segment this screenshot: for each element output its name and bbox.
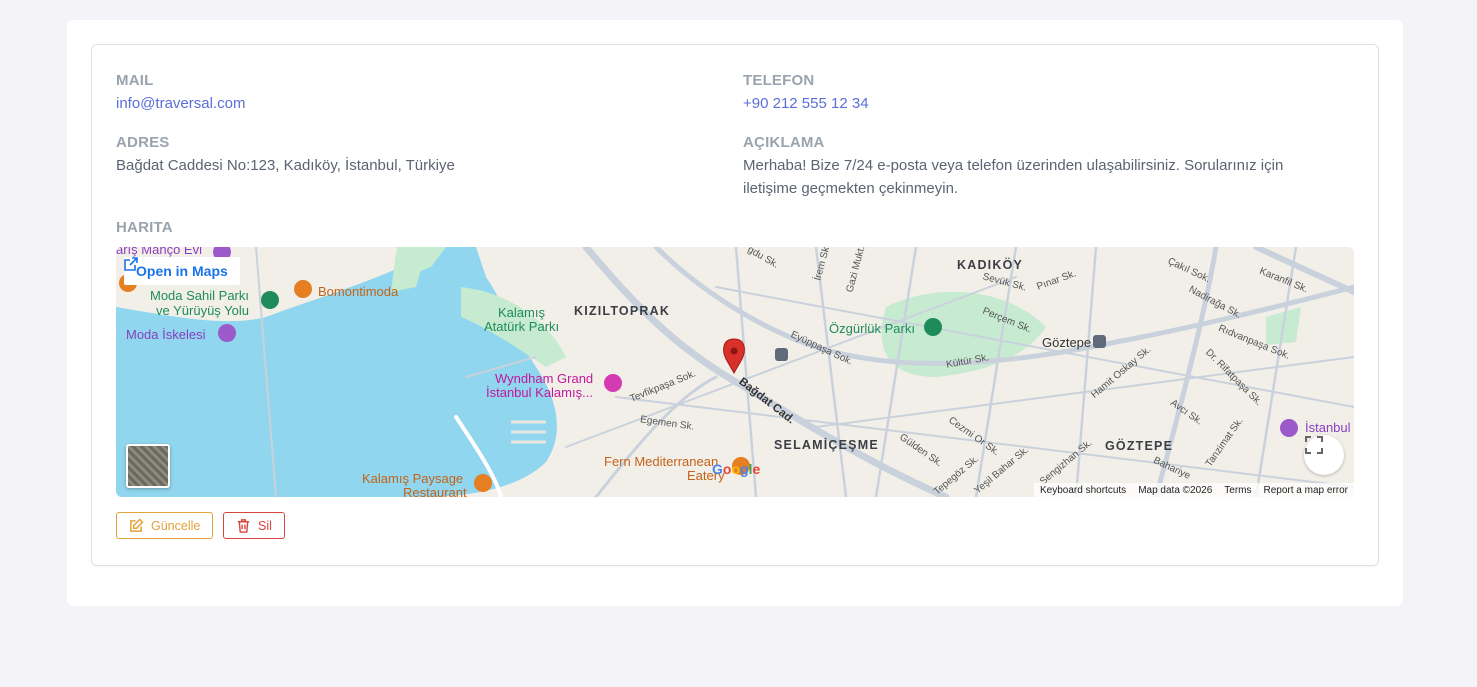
map-label-kalamis-1: Kalamış — [498, 305, 545, 320]
phone-link[interactable]: +90 212 555 12 34 — [743, 92, 869, 115]
description-value: Merhaba! Bize 7/24 e-posta veya telefon … — [743, 157, 1284, 197]
map-label-fern-1: Fern Mediterranean — [604, 454, 719, 469]
open-in-maps-link[interactable]: Open in Maps — [124, 257, 240, 285]
map-label-moda-sahil-2: ve Yürüyüş Yolu — [156, 303, 249, 318]
map-embed[interactable]: arış Manço Evi Moda Sahil Parkı ve Yürüy… — [116, 247, 1354, 497]
outer-card: MAIL info@traversal.com TELEFON +90 212 … — [67, 20, 1403, 606]
open-in-maps-label: Open in Maps — [136, 263, 228, 279]
map-label-kalamis-paysage-2: Restaurant — [403, 485, 467, 497]
map-label-istanbul: İstanbul — [1305, 420, 1351, 435]
fullscreen-icon — [1305, 436, 1323, 454]
external-link-icon — [124, 257, 138, 271]
phone-label: TELEFON — [743, 72, 815, 89]
map-label-kiziltoprak: KIZILTOPRAK — [574, 304, 671, 318]
map-label-kalamis-2: Atatürk Parkı — [484, 319, 560, 334]
satellite-toggle[interactable] — [126, 444, 170, 488]
map-label-goztepe: GÖZTEPE — [1105, 439, 1174, 453]
delete-button[interactable]: Sil — [223, 512, 285, 539]
contact-card: MAIL info@traversal.com TELEFON +90 212 … — [91, 44, 1379, 566]
terms-link[interactable]: Terms — [1224, 485, 1251, 496]
address-value: Bağdat Caddesi No:123, Kadıköy, İstanbul… — [116, 157, 455, 174]
map-attribution: Keyboard shortcuts Map data ©2026 Terms … — [1034, 483, 1354, 497]
map-data-text: Map data ©2026 — [1138, 484, 1213, 496]
update-button[interactable]: Güncelle — [116, 512, 214, 539]
map-label-ozgurluk: Özgürlük Parkı — [829, 321, 915, 336]
map-label-wyndham-1: Wyndham Grand — [495, 371, 594, 386]
edit-icon — [130, 518, 144, 532]
keyboard-shortcuts-link[interactable]: Keyboard shortcuts — [1040, 485, 1126, 496]
update-button-label: Güncelle — [151, 518, 201, 533]
trash-icon — [237, 519, 250, 533]
map-canvas — [116, 247, 1354, 497]
map-label-baris-manco: arış Manço Evi — [116, 247, 202, 257]
map-label-bomontimoda: Bomontimoda — [318, 284, 399, 299]
delete-button-label: Sil — [258, 518, 272, 533]
map-label-wyndham-2: İstanbul Kalamış... — [486, 385, 593, 400]
map-label-kalamis-paysage-1: Kalamış Paysage — [362, 471, 464, 486]
mail-link[interactable]: info@traversal.com — [116, 92, 245, 115]
map-label: HARITA — [116, 219, 173, 236]
map-label-goztepe-station: Göztepe — [1042, 335, 1092, 350]
map-label-selamicesme: SELAMİÇEŞME — [774, 438, 879, 452]
map-label-kadikoy: KADIKÖY — [957, 258, 1024, 272]
map-label-moda-iskelesi: Moda İskelesi — [126, 327, 206, 342]
description-label: AÇIKLAMA — [743, 134, 825, 151]
report-error-link[interactable]: Report a map error — [1264, 485, 1348, 496]
fullscreen-button[interactable] — [1304, 435, 1344, 475]
google-logo: Google — [712, 461, 761, 477]
mail-label: MAIL — [116, 72, 154, 89]
address-label: ADRES — [116, 134, 170, 151]
map-label-moda-sahil-1: Moda Sahil Parkı — [150, 288, 249, 303]
